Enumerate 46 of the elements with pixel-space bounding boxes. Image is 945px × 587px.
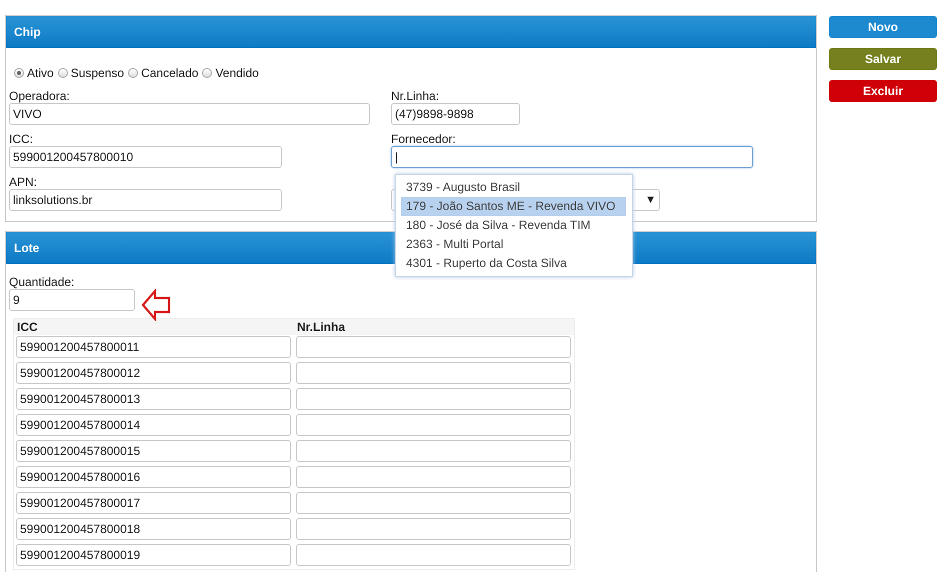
column-header: Nr.Linha bbox=[296, 319, 346, 335]
status-radio[interactable]: Vendido bbox=[202, 66, 259, 80]
panel-title: Chip bbox=[14, 25, 41, 39]
input-field[interactable]: 599001200457800014 bbox=[16, 414, 291, 436]
status-radio[interactable]: Suspenso bbox=[58, 66, 124, 80]
input-field[interactable]: 599001200457800019 bbox=[16, 544, 291, 566]
input-field[interactable] bbox=[296, 362, 571, 384]
input-field[interactable] bbox=[296, 336, 571, 358]
panel-title: Lote bbox=[14, 241, 40, 255]
input-field[interactable] bbox=[296, 414, 571, 436]
action-button[interactable]: Salvar bbox=[829, 48, 937, 70]
input-field[interactable]: 599001200457800012 bbox=[16, 362, 291, 384]
field-label: Quantidade: bbox=[9, 275, 76, 289]
input-field[interactable] bbox=[296, 492, 571, 514]
input-field[interactable]: linksolutions.br bbox=[9, 189, 282, 211]
input-field[interactable]: | bbox=[391, 146, 753, 168]
input-field[interactable] bbox=[296, 388, 571, 410]
input-field[interactable] bbox=[296, 440, 571, 462]
input-field[interactable]: 599001200457800018 bbox=[16, 518, 291, 540]
action-button[interactable]: Novo bbox=[829, 16, 937, 38]
suggestion-item[interactable]: 179 - João Santos ME - Revenda VIVO bbox=[401, 197, 626, 216]
input-field[interactable]: 599001200457800017 bbox=[16, 492, 291, 514]
field-label: Nr.Linha: bbox=[391, 89, 440, 103]
input-field[interactable]: 599001200457800016 bbox=[16, 466, 291, 488]
field-label: APN: bbox=[9, 175, 38, 189]
input-field[interactable]: 9 bbox=[9, 289, 135, 311]
input-field[interactable]: 599001200457800013 bbox=[16, 388, 291, 410]
column-header: ICC bbox=[16, 319, 39, 335]
input-field[interactable] bbox=[296, 466, 571, 488]
input-field[interactable]: 599001200457800015 bbox=[16, 440, 291, 462]
suggestion-item[interactable]: 4301 - Ruperto da Costa Silva bbox=[401, 254, 626, 273]
status-radio[interactable]: Cancelado bbox=[128, 66, 198, 80]
field-label: ICC: bbox=[9, 132, 34, 146]
status-radio[interactable]: Ativo bbox=[14, 66, 54, 80]
input-field[interactable]: 599001200457800010 bbox=[9, 146, 282, 168]
input-field[interactable] bbox=[296, 518, 571, 540]
input-field[interactable]: 599001200457800011 bbox=[16, 336, 291, 358]
action-button[interactable]: Excluir bbox=[829, 80, 937, 102]
field-label: Operadora: bbox=[9, 89, 71, 103]
field-label: Fornecedor: bbox=[391, 132, 457, 146]
suggestion-item[interactable]: 3739 - Augusto Brasil bbox=[401, 178, 626, 197]
input-field[interactable]: VIVO bbox=[9, 103, 370, 125]
suggestion-item[interactable]: 2363 - Multi Portal bbox=[401, 235, 626, 254]
input-field[interactable]: (47)9898-9898 bbox=[391, 103, 520, 125]
input-field[interactable] bbox=[296, 544, 571, 566]
suggestion-item[interactable]: 180 - José da Silva - Revenda TIM bbox=[401, 216, 626, 235]
